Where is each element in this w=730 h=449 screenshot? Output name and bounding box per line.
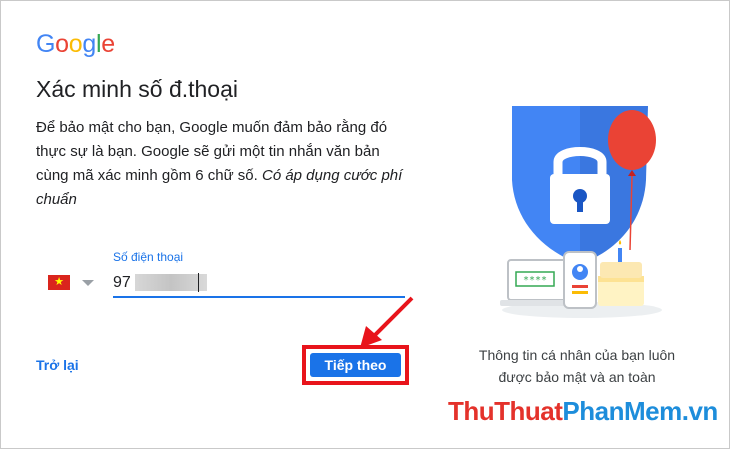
next-button[interactable]: Tiếp theo: [310, 353, 401, 377]
next-button-highlight: Tiếp theo: [302, 345, 409, 385]
page-title: Xác minh số đ.thoại: [36, 76, 239, 102]
caption-line-2: được bảo mật và an toàn: [498, 369, 656, 385]
country-dropdown-caret-icon[interactable]: [82, 280, 94, 286]
text-cursor: [198, 273, 199, 292]
phone-label: Số điện thoại: [113, 250, 184, 264]
watermark-part-3: .vn: [681, 396, 719, 426]
logo-letter: o: [68, 30, 83, 58]
illustration-caption: Thông tin cá nhân của bạn luôn được bảo …: [452, 344, 702, 388]
phone-value: 97: [113, 274, 131, 291]
redacted-digits: [135, 274, 207, 291]
logo-letter: G: [36, 30, 56, 58]
watermark: ThuThuatPhanMem.vn: [448, 396, 718, 427]
page-description: Để bảo mật cho bạn, Google muốn đảm bảo …: [36, 116, 406, 212]
vietnam-flag-icon[interactable]: ★: [48, 275, 70, 290]
logo-letter: e: [101, 30, 115, 58]
caption-line-1: Thông tin cá nhân của bạn luôn: [478, 347, 676, 363]
star-icon: ★: [54, 276, 64, 288]
back-link[interactable]: Trở lại: [36, 357, 79, 373]
logo-letter: o: [55, 30, 69, 58]
watermark-part-2: PhanMem: [562, 396, 682, 426]
security-illustration: ****: [500, 106, 662, 318]
laptop-screen-text: ****: [523, 275, 547, 286]
google-logo: Google: [36, 30, 115, 59]
logo-letter: g: [82, 30, 96, 58]
watermark-part-1: ThuThuat: [448, 396, 563, 426]
red-arrow-annotation: [360, 296, 414, 348]
